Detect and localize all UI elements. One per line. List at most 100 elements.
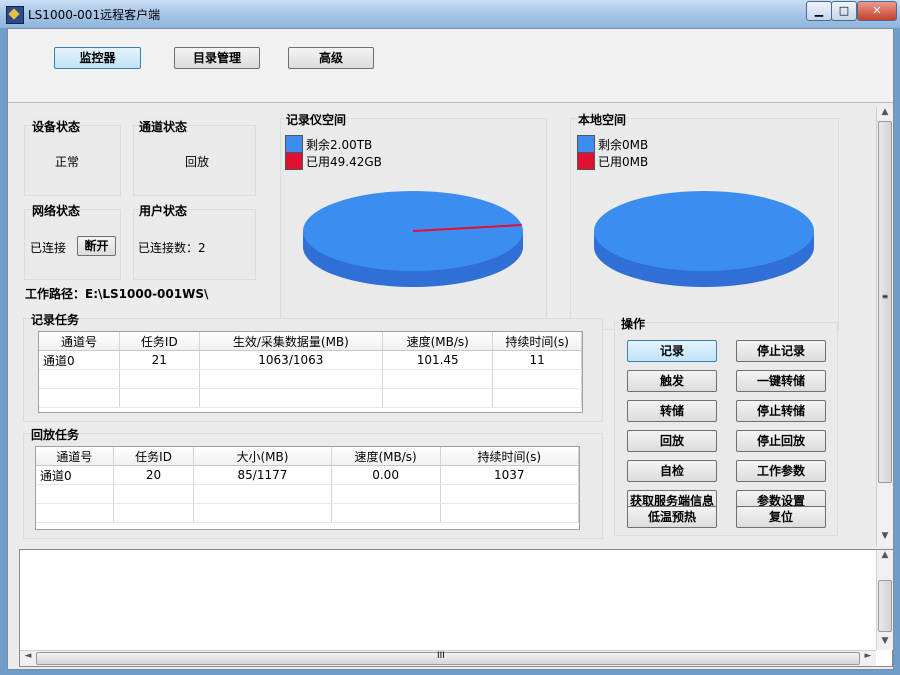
recorder-used-label: 已用49.42GB bbox=[306, 155, 382, 169]
monitor-tab-button[interactable]: 监控器 bbox=[54, 47, 141, 69]
column-header[interactable]: 持续时间(s) bbox=[440, 447, 579, 466]
local-space-pie bbox=[594, 191, 814, 287]
recorder-free-swatch bbox=[285, 135, 303, 153]
user-status-value: 已连接数：2 bbox=[138, 241, 206, 255]
table-header-row: 通道号 任务ID 大小(MB) 速度(MB/s) 持续时间(s) bbox=[36, 447, 579, 466]
column-header[interactable]: 生效/采集数据量(MB) bbox=[199, 332, 384, 351]
log-vertical-scrollbar[interactable]: ▲ ▼ bbox=[876, 550, 893, 650]
log-scroll-right-arrow[interactable]: ► bbox=[860, 651, 876, 665]
table-cell: 85/1177 bbox=[193, 465, 332, 485]
table-cell: 1063/1063 bbox=[199, 350, 384, 370]
stop-record-button[interactable]: 停止记录 bbox=[736, 340, 826, 362]
network-status-value: 已连接 bbox=[30, 241, 67, 255]
record-tasks-panel: 记录任务 通道号 任务ID 生效/采集数据量(MB) 速度(MB/s) 持续时间… bbox=[23, 311, 603, 422]
device-status-panel: 设备状态 正常 bbox=[24, 118, 121, 196]
title-bar: LS1000-001远程客户端 ▁ □ ✕ bbox=[0, 0, 900, 28]
playback-tasks-panel: 回放任务 通道号 任务ID 大小(MB) 速度(MB/s) 持续时间(s) 通道… bbox=[23, 426, 603, 539]
record-tasks-table: 通道号 任务ID 生效/采集数据量(MB) 速度(MB/s) 持续时间(s) 通… bbox=[38, 331, 583, 413]
table-cell: 21 bbox=[119, 350, 200, 370]
local-space-title: 本地空间 bbox=[578, 111, 627, 128]
low-temp-preheat-button[interactable]: 低温预热 bbox=[627, 506, 717, 528]
maximize-button[interactable]: □ bbox=[831, 1, 857, 21]
scroll-up-arrow[interactable]: ▲ bbox=[877, 107, 893, 121]
recorder-free-label: 剩余2.00TB bbox=[306, 138, 373, 152]
log-scroll-up-arrow[interactable]: ▲ bbox=[877, 550, 893, 564]
user-status-title: 用户状态 bbox=[139, 202, 188, 219]
record-tasks-title: 记录任务 bbox=[31, 311, 80, 328]
log-scroll-left-arrow[interactable]: ◄ bbox=[20, 651, 36, 665]
local-used-swatch bbox=[577, 152, 595, 170]
device-status-title: 设备状态 bbox=[32, 118, 81, 135]
table-cell: 20 bbox=[113, 465, 195, 485]
operations-panel: 操作 记录 停止记录 触发 一键转储 转储 停止转储 回放 停止回放 自检 工作… bbox=[614, 315, 838, 536]
device-status-value: 正常 bbox=[55, 155, 80, 169]
nav-band: 监控器 目录管理 高级 bbox=[8, 29, 893, 103]
network-status-title: 网络状态 bbox=[32, 202, 81, 219]
channel-status-title: 通道状态 bbox=[139, 118, 188, 135]
reset-button[interactable]: 复位 bbox=[736, 506, 826, 528]
stop-dump-button[interactable]: 停止转储 bbox=[736, 400, 826, 422]
close-button[interactable]: ✕ bbox=[857, 1, 897, 21]
log-scrollbar-thumb[interactable] bbox=[878, 580, 892, 632]
playback-button[interactable]: 回放 bbox=[627, 430, 717, 452]
operations-title: 操作 bbox=[621, 315, 646, 332]
table-cell: 1037 bbox=[440, 465, 579, 485]
column-header[interactable]: 速度(MB/s) bbox=[382, 332, 494, 351]
log-output-area[interactable]: ▲ ▼ ◄ III ► bbox=[19, 549, 893, 667]
minimize-button[interactable]: ▁ bbox=[806, 1, 832, 21]
disconnect-button[interactable]: 断开 bbox=[77, 236, 116, 256]
local-free-label: 剩余0MB bbox=[598, 138, 649, 152]
playback-tasks-table: 通道号 任务ID 大小(MB) 速度(MB/s) 持续时间(s) 通道0 20 … bbox=[35, 446, 580, 530]
trigger-button[interactable]: 触发 bbox=[627, 370, 717, 392]
log-horizontal-scrollbar[interactable]: ◄ III ► bbox=[20, 650, 876, 666]
dump-button[interactable]: 转储 bbox=[627, 400, 717, 422]
column-header[interactable]: 持续时间(s) bbox=[492, 332, 582, 351]
recorder-space-panel: 记录仪空间 剩余2.00TB 已用49.42GB bbox=[280, 111, 547, 330]
channel-status-panel: 通道状态 回放 bbox=[133, 118, 256, 196]
table-cell: 11 bbox=[492, 350, 582, 370]
table-row[interactable]: 通道0 21 1063/1063 101.45 11 bbox=[39, 350, 582, 370]
column-header[interactable]: 任务ID bbox=[113, 447, 195, 466]
table-row bbox=[39, 369, 582, 389]
record-button[interactable]: 记录 bbox=[627, 340, 717, 362]
stop-playback-button[interactable]: 停止回放 bbox=[736, 430, 826, 452]
window-title: LS1000-001远程客户端 bbox=[28, 8, 161, 22]
recorder-space-pie bbox=[303, 191, 523, 287]
local-pie-free-slice bbox=[594, 191, 814, 271]
log-scroll-down-arrow[interactable]: ▼ bbox=[877, 636, 893, 650]
directory-tab-button[interactable]: 目录管理 bbox=[174, 47, 260, 69]
local-space-panel: 本地空间 剩余0MB 已用0MB bbox=[570, 111, 839, 330]
user-status-panel: 用户状态 已连接数：2 bbox=[133, 202, 256, 280]
table-cell: 0.00 bbox=[331, 465, 441, 485]
scrollbar-thumb[interactable]: ≡ bbox=[878, 121, 892, 483]
table-row bbox=[36, 503, 579, 523]
column-header[interactable]: 任务ID bbox=[119, 332, 200, 351]
log-hscrollbar-thumb[interactable]: III bbox=[36, 651, 860, 665]
one-key-dump-button[interactable]: 一键转储 bbox=[736, 370, 826, 392]
column-header[interactable]: 大小(MB) bbox=[193, 447, 332, 466]
local-used-label: 已用0MB bbox=[598, 155, 649, 169]
work-params-button[interactable]: 工作参数 bbox=[736, 460, 826, 482]
advanced-tab-button[interactable]: 高级 bbox=[288, 47, 374, 69]
main-vertical-scrollbar[interactable]: ▲ ≡ ▼ bbox=[876, 107, 893, 547]
table-row bbox=[39, 388, 582, 408]
column-header[interactable]: 速度(MB/s) bbox=[331, 447, 441, 466]
table-row[interactable]: 通道0 20 85/1177 0.00 1037 bbox=[36, 465, 579, 485]
playback-tasks-title: 回放任务 bbox=[31, 426, 80, 443]
column-header[interactable]: 通道号 bbox=[39, 332, 121, 351]
column-header[interactable]: 通道号 bbox=[36, 447, 114, 466]
log-hscrollbar-grip: III bbox=[437, 651, 445, 661]
table-cell: 101.45 bbox=[382, 350, 494, 370]
table-row bbox=[36, 484, 579, 504]
table-cell: 通道0 bbox=[39, 350, 121, 370]
table-header-row: 通道号 任务ID 生效/采集数据量(MB) 速度(MB/s) 持续时间(s) bbox=[39, 332, 582, 351]
client-area: 监控器 目录管理 高级 设备状态 正常 通道状态 回放 网络状态 已连接 断开 … bbox=[7, 28, 894, 670]
app-icon bbox=[6, 6, 24, 24]
recorder-used-swatch bbox=[285, 152, 303, 170]
self-check-button[interactable]: 自检 bbox=[627, 460, 717, 482]
local-free-swatch bbox=[577, 135, 595, 153]
recorder-space-title: 记录仪空间 bbox=[286, 111, 347, 128]
scroll-down-arrow[interactable]: ▼ bbox=[877, 531, 893, 545]
scrollbar-grip: ≡ bbox=[881, 292, 889, 301]
work-path-label: 工作路径：E:\LS1000-001WS\ bbox=[25, 287, 209, 301]
